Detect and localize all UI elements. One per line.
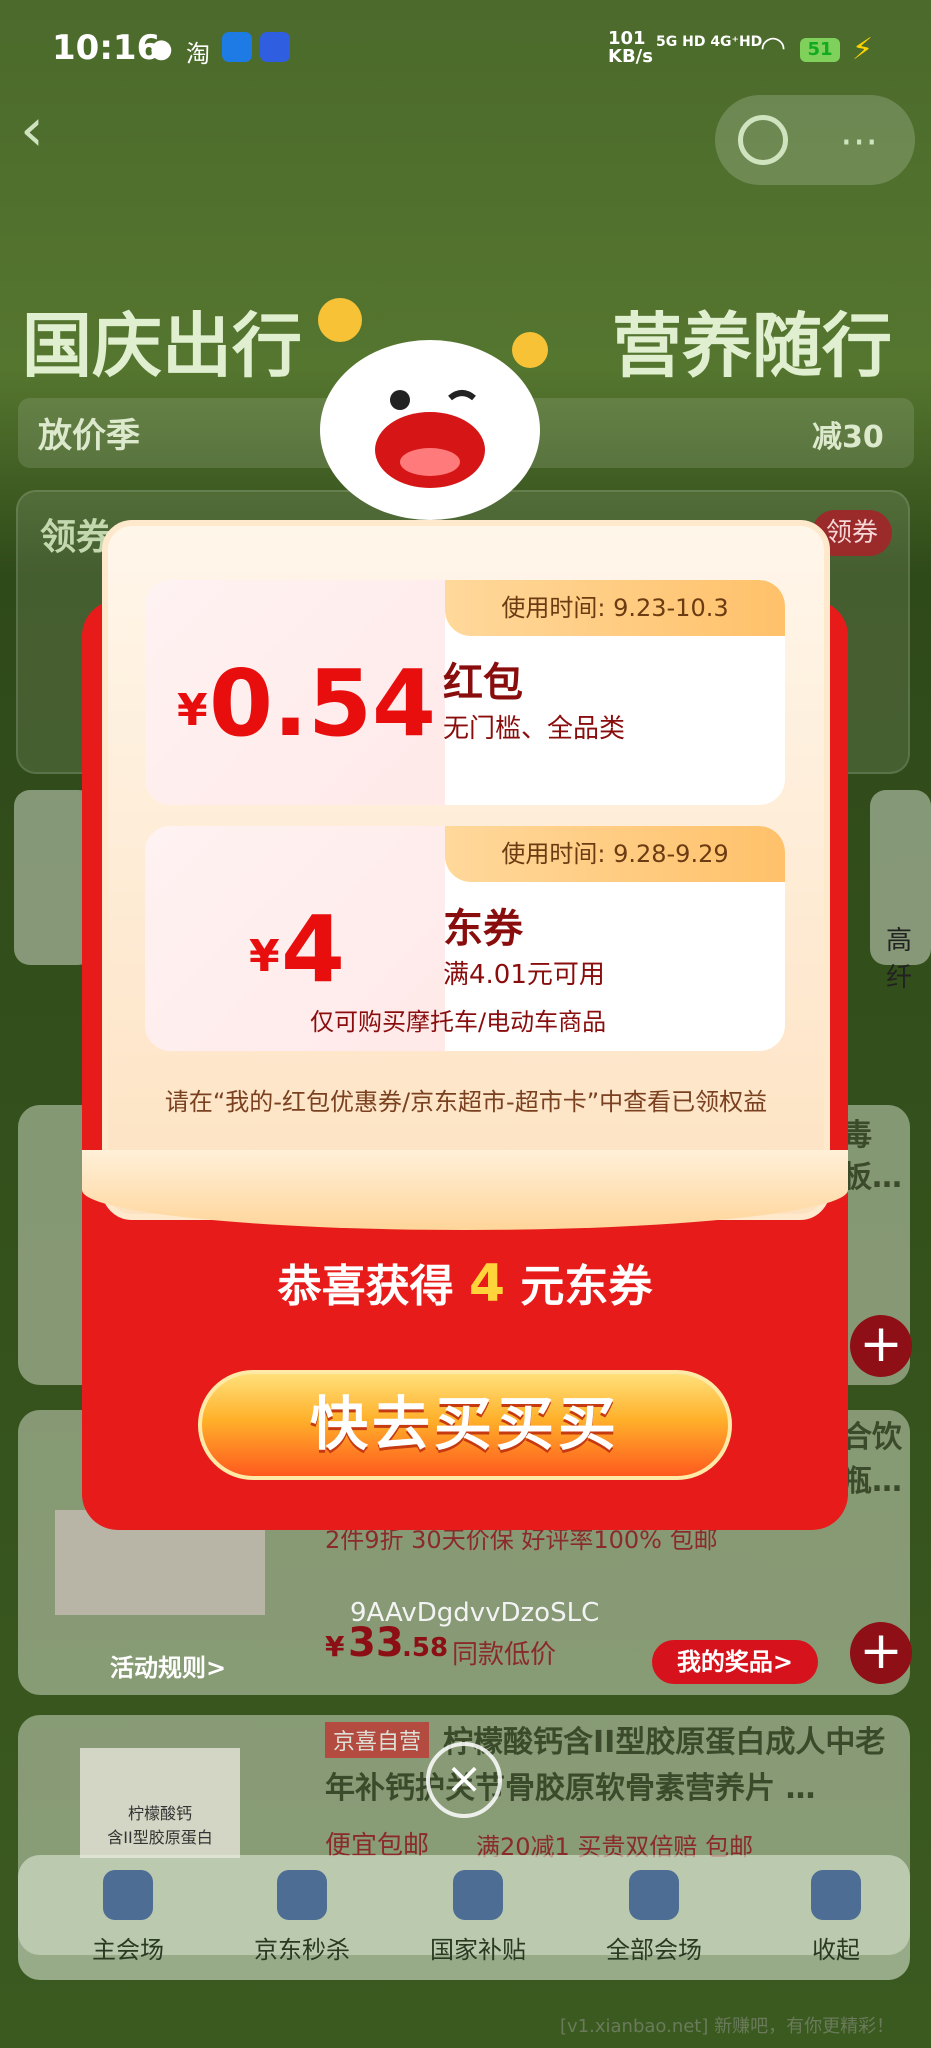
wechat-icon: ● (150, 34, 173, 64)
battery-indicator: 51 (800, 38, 840, 62)
status-bar: 10:16 ● 淘 101 KB/s 5G HD 4G⁺HD ◠ 51 ⚡ (0, 0, 931, 100)
coupon-card-jd-voucher: 使用时间: 9.28-9.29 ¥ 4 东券 满4.01元可用 仅可购买摩托车/… (145, 826, 785, 1051)
coupon-title: 红包 (443, 660, 523, 706)
benefits-hint: 请在“我的-红包优惠券/京东超市-超市卡”中查看已领权益 (164, 1088, 768, 1116)
coupon-currency: ¥ (177, 685, 208, 736)
nav-label: 主会场 (92, 1936, 164, 1964)
product-title: 合饮 (842, 1420, 902, 1455)
network-type: 5G HD 4G⁺HD (656, 34, 763, 50)
nav-flash-sale[interactable]: 京东秒杀 (222, 1870, 382, 1965)
price-note: 同款低价 (452, 1640, 557, 1670)
my-prizes-button[interactable]: 我的奖品> (652, 1640, 818, 1684)
taobao-icon: 淘 (186, 40, 210, 68)
product-subtitle: 板… (842, 1160, 902, 1195)
add-to-cart-button[interactable]: + (850, 1315, 912, 1377)
more-icon[interactable]: ··· (840, 120, 878, 166)
coupon-amount: 4 (281, 896, 346, 1003)
nav-label: 国家补贴 (430, 1936, 526, 1964)
coupon-card-red-packet: 使用时间: 9.23-10.3 ¥ 0.54 红包 无门槛、全品类 (145, 580, 785, 805)
network-speed: 101 KB/s (608, 28, 653, 67)
home-icon (103, 1870, 153, 1920)
product-image-text: 柠檬酸钙 含II型胶原蛋白 (107, 1804, 213, 1847)
product-subtitle: 瓶… (842, 1464, 902, 1499)
activity-code: 9AAvDgdvvDzoSLC (350, 1598, 600, 1628)
coupon-title: 东券 (443, 906, 523, 952)
product-title: 柠檬酸钙含II型胶原蛋白成人中老年补钙护关节骨胶原软骨素营养片 … (325, 1725, 886, 1806)
alarm-clock-icon (277, 1870, 327, 1920)
hero-title-right: 营养随行 (612, 305, 892, 387)
nav-label: 收起 (812, 1936, 860, 1964)
promo-bar-label: 放价季 (38, 416, 140, 456)
coupon-validity: 使用时间: 9.23-10.3 (445, 580, 785, 636)
watermark: [v1.xianbao.net] 新赚吧，有你更精彩！ (560, 2016, 895, 2037)
money-bag-icon (453, 1870, 503, 1920)
nav-national-subsidy[interactable]: 国家补贴 (398, 1870, 558, 1965)
modal-wave (82, 1150, 848, 1230)
mascot-illustration (318, 298, 548, 520)
congrats-message: 恭喜获得 4 元东券 (82, 1250, 848, 1314)
coupon-desc: 满4.01元可用 (443, 960, 605, 990)
nav-collapse[interactable]: 收起 (756, 1870, 916, 1965)
coupon-validity: 使用时间: 9.28-9.29 (445, 826, 785, 882)
grid-icon (629, 1870, 679, 1920)
charging-icon: ⚡ (852, 32, 874, 67)
nav-label: 全部会场 (606, 1936, 702, 1964)
coupon-currency: ¥ (249, 931, 280, 982)
nav-all-venues[interactable]: 全部会场 (574, 1870, 734, 1965)
app-icon-2 (260, 32, 290, 62)
app-icon-1 (222, 32, 252, 62)
nav-label: 京东秒杀 (254, 1936, 350, 1964)
coupon-note: 仅可购买摩托车/电动车商品 (310, 1008, 607, 1036)
price-decimal: .58 (402, 1633, 449, 1663)
back-icon[interactable]: ‹ (20, 95, 110, 185)
go-shopping-button[interactable]: 快去买买买 (198, 1370, 732, 1480)
congrats-number: 4 (468, 1254, 506, 1314)
add-to-cart-button[interactable]: + (850, 1622, 912, 1684)
congrats-prefix: 恭喜获得 (277, 1261, 454, 1312)
promo-bar-right: 减30 (812, 420, 884, 455)
hero-title-left: 国庆出行 (22, 305, 302, 387)
collapse-arrow-icon (811, 1870, 861, 1920)
close-icon[interactable]: × (426, 1742, 502, 1818)
status-time: 10:16 (52, 28, 161, 68)
coupon-desc: 无门槛、全品类 (443, 714, 626, 744)
price-currency: ¥ (325, 1630, 345, 1663)
congrats-suffix: 元东券 (520, 1261, 653, 1312)
activity-rules-link[interactable]: 活动规则> (110, 1648, 226, 1683)
side-card-right-text: 高纤 (886, 926, 913, 993)
nav-main-venue[interactable]: 主会场 (48, 1870, 208, 1965)
search-icon[interactable] (738, 115, 788, 165)
wifi-icon: ◠ (760, 30, 787, 65)
coupon-amount: 0.54 (209, 650, 436, 757)
